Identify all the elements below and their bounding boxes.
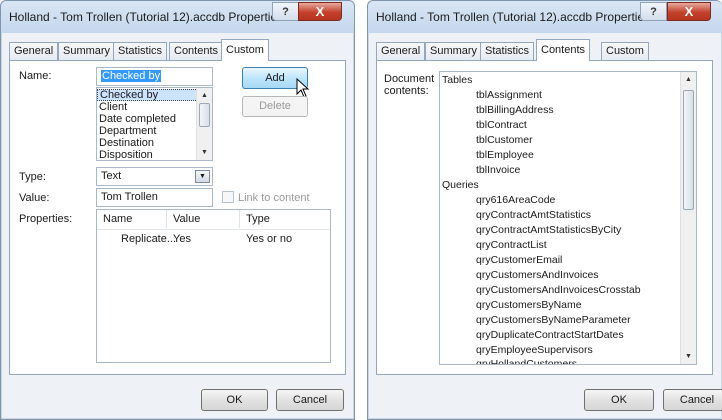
tab-general[interactable]: General bbox=[9, 42, 59, 61]
contents-panel: Document contents: Tables tblAssignment t… bbox=[376, 60, 713, 375]
tab-custom[interactable]: Custom bbox=[601, 42, 649, 61]
properties-grid[interactable]: Name Value Type Replicate... Yes Yes or … bbox=[96, 209, 331, 363]
query-item: qry616AreaCode bbox=[476, 194, 556, 206]
name-option[interactable]: Checked by bbox=[97, 89, 212, 101]
scroll-thumb[interactable] bbox=[683, 90, 694, 210]
link-to-content-label: Link to content bbox=[238, 192, 310, 204]
name-field-value: Checked by bbox=[101, 70, 162, 82]
help-button[interactable]: ? bbox=[640, 2, 667, 21]
scroll-thumb[interactable] bbox=[199, 103, 210, 127]
mouse-pointer-icon bbox=[296, 78, 310, 98]
delete-button[interactable]: Delete bbox=[242, 96, 308, 117]
table-item: tblAssignment bbox=[476, 89, 542, 101]
cancel-button[interactable]: Cancel bbox=[663, 389, 722, 411]
window-title: Holland - Tom Trollen (Tutorial 12).accd… bbox=[376, 10, 651, 24]
query-item: qryCustomerEmail bbox=[476, 254, 563, 266]
tab-statistics[interactable]: Statistics bbox=[113, 42, 168, 61]
row-type-cell: Yes or no bbox=[246, 233, 293, 245]
query-item: qryCustomersByNameParameter bbox=[476, 314, 631, 326]
help-icon: ? bbox=[282, 6, 289, 18]
query-item: qryContractAmtStatistics bbox=[476, 209, 591, 221]
table-item: tblEmployee bbox=[476, 149, 534, 161]
table-item: tblBillingAddress bbox=[476, 104, 554, 116]
close-button[interactable]: X bbox=[298, 2, 342, 21]
tab-contents[interactable]: Contents bbox=[536, 39, 591, 61]
query-item: qryCustomersAndInvoices bbox=[476, 269, 599, 281]
name-option[interactable]: Client bbox=[97, 101, 212, 113]
type-select[interactable]: Text ▼ bbox=[96, 167, 213, 186]
link-to-content-checkbox[interactable] bbox=[222, 191, 234, 203]
query-item: qryContractAmtStatisticsByCity bbox=[476, 224, 622, 236]
tables-heading: Tables bbox=[442, 74, 473, 86]
name-field[interactable]: Checked by bbox=[96, 67, 213, 86]
queries-heading: Queries bbox=[442, 179, 479, 191]
document-contents-list[interactable]: Tables tblAssignment tblBillingAddress t… bbox=[439, 71, 697, 365]
table-item: tblCustomer bbox=[476, 134, 533, 146]
type-select-value: Text bbox=[101, 170, 122, 182]
window-title: Holland - Tom Trollen (Tutorial 12).accd… bbox=[9, 10, 284, 24]
value-field[interactable]: Tom Trollen bbox=[96, 188, 213, 207]
column-header-type[interactable]: Type bbox=[240, 210, 330, 228]
close-icon: X bbox=[315, 4, 325, 19]
scroll-down-icon[interactable]: ▼ bbox=[197, 145, 212, 160]
properties-dialog-custom: Holland - Tom Trollen (Tutorial 12).accd… bbox=[0, 0, 355, 420]
cancel-button[interactable]: Cancel bbox=[276, 389, 344, 411]
name-option[interactable]: Destination bbox=[97, 137, 212, 149]
name-option[interactable]: Date completed bbox=[97, 113, 212, 125]
properties-label: Properties: bbox=[19, 213, 73, 225]
close-icon: X bbox=[684, 4, 694, 19]
table-item: tblContract bbox=[476, 119, 527, 131]
query-item: qryContractList bbox=[476, 239, 547, 251]
table-item: tblInvoice bbox=[476, 164, 521, 176]
name-list[interactable]: Checked by Client Date completed Departm… bbox=[96, 87, 213, 161]
tab-statistics[interactable]: Statistics bbox=[480, 42, 535, 61]
properties-dialog-contents: Holland - Tom Trollen (Tutorial 12).accd… bbox=[367, 0, 722, 420]
ok-button[interactable]: OK bbox=[584, 389, 654, 411]
title-bar: Holland - Tom Trollen (Tutorial 12).accd… bbox=[368, 1, 722, 33]
header-divider bbox=[97, 229, 330, 230]
help-button[interactable]: ? bbox=[272, 2, 299, 21]
custom-panel: Name: Checked by Checked by Client Date … bbox=[9, 60, 346, 375]
title-bar: Holland - Tom Trollen (Tutorial 12).accd… bbox=[1, 1, 354, 33]
contents-scrollbar[interactable]: ▲ ▼ bbox=[680, 72, 696, 364]
query-item: qryCustomersByName bbox=[476, 299, 582, 311]
scroll-up-icon[interactable]: ▲ bbox=[197, 88, 212, 103]
type-label: Type: bbox=[19, 171, 46, 183]
column-header-value[interactable]: Value bbox=[167, 210, 240, 228]
help-icon: ? bbox=[650, 6, 657, 18]
query-item: qryHollandCustomers bbox=[476, 358, 577, 365]
column-header-name[interactable]: Name bbox=[97, 210, 167, 228]
name-option[interactable]: Disposition bbox=[97, 149, 212, 160]
row-name-cell: Replicate... bbox=[121, 233, 177, 245]
tab-general[interactable]: General bbox=[376, 42, 426, 61]
row-value-cell: Yes bbox=[173, 233, 191, 245]
name-list-scrollbar[interactable]: ▲ ▼ bbox=[196, 88, 212, 160]
scroll-down-icon[interactable]: ▼ bbox=[681, 349, 696, 364]
value-label: Value: bbox=[19, 192, 50, 204]
tab-summary[interactable]: Summary bbox=[425, 42, 483, 61]
query-item: qryDuplicateContractStartDates bbox=[476, 329, 624, 341]
close-button[interactable]: X bbox=[667, 2, 711, 21]
value-field-text: Tom Trollen bbox=[101, 191, 158, 203]
tab-contents[interactable]: Contents bbox=[169, 42, 224, 61]
query-item: qryEmployeeSupervisors bbox=[476, 344, 593, 356]
name-label: Name: bbox=[19, 70, 52, 82]
tab-summary[interactable]: Summary bbox=[58, 42, 116, 61]
name-option[interactable]: Department bbox=[97, 125, 212, 137]
ok-button[interactable]: OK bbox=[201, 389, 268, 411]
scroll-up-icon[interactable]: ▲ bbox=[681, 72, 696, 87]
document-contents-label: Document contents: bbox=[384, 73, 435, 97]
query-item: qryCustomersAndInvoicesCrosstab bbox=[476, 284, 641, 296]
chevron-down-icon[interactable]: ▼ bbox=[195, 170, 210, 183]
tab-custom[interactable]: Custom bbox=[221, 39, 269, 61]
